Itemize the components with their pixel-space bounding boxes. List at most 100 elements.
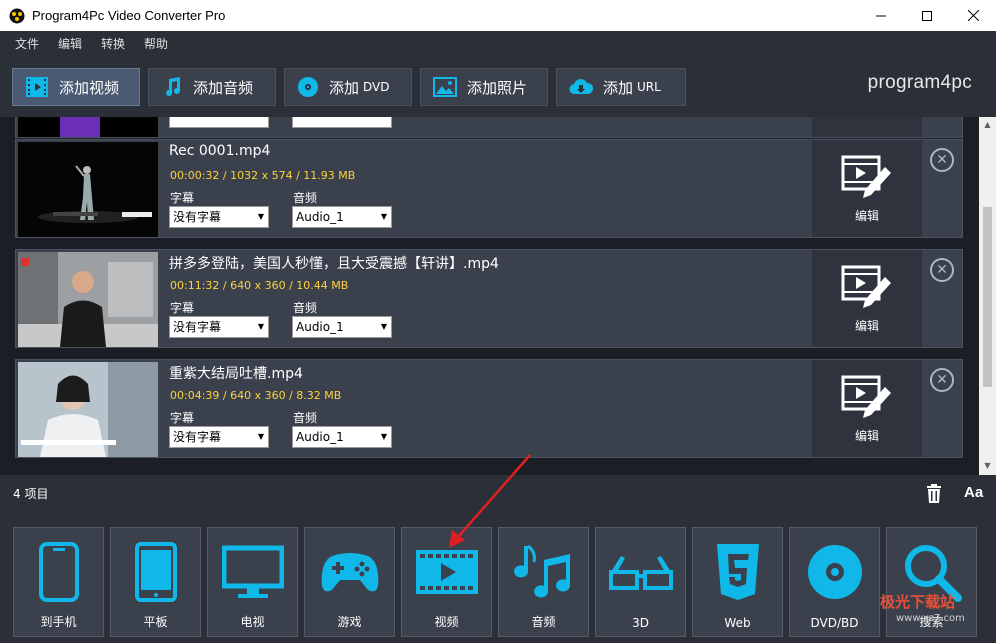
audio-value: Audio_1	[296, 320, 344, 334]
preset-audio[interactable]: 音频	[498, 527, 589, 637]
preset-dvd[interactable]: DVD/BD	[789, 527, 880, 637]
subtitle-select[interactable]: 没有字幕 ▼	[169, 316, 269, 338]
preset-3d[interactable]: 3D	[595, 527, 686, 637]
preset-tv[interactable]: 电视	[207, 527, 298, 637]
film-icon	[415, 550, 478, 594]
preset-game[interactable]: 游戏	[304, 527, 395, 637]
preset-label: 平板	[143, 615, 168, 629]
close-icon	[967, 10, 979, 21]
font-size-button[interactable]: Aa	[964, 484, 983, 501]
image-icon	[433, 77, 457, 97]
scroll-down-icon[interactable]: ▼	[983, 461, 992, 470]
edit-video-icon	[841, 265, 891, 308]
cloud-download-icon	[569, 79, 593, 95]
file-list: 编辑 Rec 0001.mp4 00:00:32 / 1032 x 574 / …	[0, 117, 996, 475]
scroll-thumb[interactable]	[983, 207, 992, 387]
preset-label: 电视	[240, 615, 265, 629]
menu-help[interactable]: 帮助	[144, 35, 168, 52]
close-icon: ✕	[936, 152, 948, 168]
add-video-button[interactable]: 添加视频	[12, 68, 140, 106]
phone-icon	[38, 542, 79, 602]
audio-select[interactable]	[292, 117, 392, 128]
chevron-down-icon: ▼	[257, 432, 264, 441]
edit-button[interactable]: 编辑	[812, 250, 922, 347]
audio-value: Audio_1	[296, 210, 344, 224]
close-icon: ✕	[936, 372, 948, 388]
add-dvd-button[interactable]: 添加 DVD	[284, 68, 412, 106]
preset-label: DVD/BD	[810, 616, 859, 630]
add-url-button[interactable]: 添加 URL	[556, 68, 686, 106]
add-dvd-label: 添加	[329, 78, 360, 97]
audio-label: 音频	[293, 411, 318, 425]
menu-edit[interactable]: 编辑	[58, 35, 82, 52]
file-meta: 00:11:32 / 640 x 360 / 10.44 MB	[170, 279, 349, 292]
close-icon: ✕	[936, 262, 948, 278]
edit-video-icon	[841, 375, 891, 418]
list-scrollbar[interactable]: ▲ ▼	[979, 117, 996, 475]
subtitle-value: 没有字幕	[173, 430, 222, 444]
close-window-button[interactable]	[950, 0, 996, 31]
subtitle-select[interactable]	[169, 117, 269, 128]
watermark-logo: 极光下载站	[880, 593, 956, 611]
status-bar: 4 项目 Aa	[0, 475, 996, 511]
brand-logo: program4pc	[868, 72, 972, 94]
gamepad-icon	[321, 553, 378, 592]
subtitle-value: 没有字幕	[173, 320, 222, 334]
remove-item-button[interactable]: ✕	[930, 148, 954, 172]
add-dvd-suffix: DVD	[363, 80, 390, 94]
edit-button[interactable]: 编辑	[812, 140, 922, 237]
file-meta: 00:00:32 / 1032 x 574 / 11.93 MB	[170, 169, 356, 182]
disc-icon	[807, 545, 862, 599]
subtitle-label: 字幕	[170, 411, 195, 425]
file-meta: 00:04:39 / 640 x 360 / 8.32 MB	[170, 389, 342, 402]
file-name: 重紫大结局吐槽.mp4	[169, 366, 303, 382]
disc-icon	[298, 77, 318, 97]
remove-item-button[interactable]: ✕	[930, 368, 954, 392]
preset-label: 3D	[632, 616, 649, 630]
minimize-button[interactable]	[858, 0, 904, 31]
add-audio-button[interactable]: 添加音频	[148, 68, 276, 106]
menu-file[interactable]: 文件	[15, 35, 39, 52]
html5-icon	[716, 544, 759, 600]
edit-label: 编辑	[854, 429, 879, 443]
list-item[interactable]: 重紫大结局吐槽.mp4 00:04:39 / 640 x 360 / 8.32 …	[15, 359, 963, 458]
list-item[interactable]: Rec 0001.mp4 00:00:32 / 1032 x 574 / 11.…	[15, 139, 963, 238]
audio-label: 音频	[293, 191, 318, 205]
window-title: Program4Pc Video Converter Pro	[32, 8, 226, 23]
title-bar: Program4Pc Video Converter Pro	[0, 0, 996, 31]
preset-label: 音频	[531, 615, 556, 629]
subtitle-value: 没有字幕	[173, 210, 222, 224]
audio-select[interactable]: Audio_1 ▼	[292, 316, 392, 338]
chevron-down-icon: ▼	[257, 322, 264, 331]
edit-button[interactable]: 编辑	[812, 360, 922, 457]
preset-phone[interactable]: 到手机	[13, 527, 104, 637]
chevron-down-icon: ▼	[380, 432, 387, 441]
subtitle-select[interactable]: 没有字幕 ▼	[169, 206, 269, 228]
preset-label: Web	[724, 616, 751, 630]
menu-convert[interactable]: 转换	[101, 35, 125, 52]
music-note-icon	[166, 77, 180, 96]
add-url-suffix: URL	[637, 80, 661, 94]
subtitle-select[interactable]: 没有字幕 ▼	[169, 426, 269, 448]
preset-tablet[interactable]: 平板	[110, 527, 201, 637]
maximize-button[interactable]	[904, 0, 950, 31]
list-item[interactable]: 拼多多登陆，美国人秒懂，且大受震撼【轩讲】.mp4 00:11:32 / 640…	[15, 249, 963, 348]
chevron-down-icon: ▼	[257, 212, 264, 221]
app-icon	[9, 8, 25, 23]
preset-bar: 到手机 平板 电视 游戏 视频 音频 3D Web DVD/BD 搜索	[0, 511, 996, 643]
chevron-down-icon: ▼	[380, 212, 387, 221]
preset-label: 游戏	[337, 615, 362, 629]
video-thumbnail	[18, 142, 158, 237]
audio-value: Audio_1	[296, 430, 344, 444]
chevron-down-icon: ▼	[380, 322, 387, 331]
audio-select[interactable]: Audio_1 ▼	[292, 206, 392, 228]
list-item-partial: 编辑	[15, 117, 963, 138]
edit-button[interactable]: 编辑	[812, 117, 922, 137]
preset-video[interactable]: 视频	[401, 527, 492, 637]
trash-icon[interactable]	[925, 484, 943, 503]
preset-web[interactable]: Web	[692, 527, 783, 637]
remove-item-button[interactable]: ✕	[930, 258, 954, 282]
add-photo-button[interactable]: 添加照片	[420, 68, 548, 106]
audio-select[interactable]: Audio_1 ▼	[292, 426, 392, 448]
scroll-up-icon[interactable]: ▲	[983, 120, 992, 129]
